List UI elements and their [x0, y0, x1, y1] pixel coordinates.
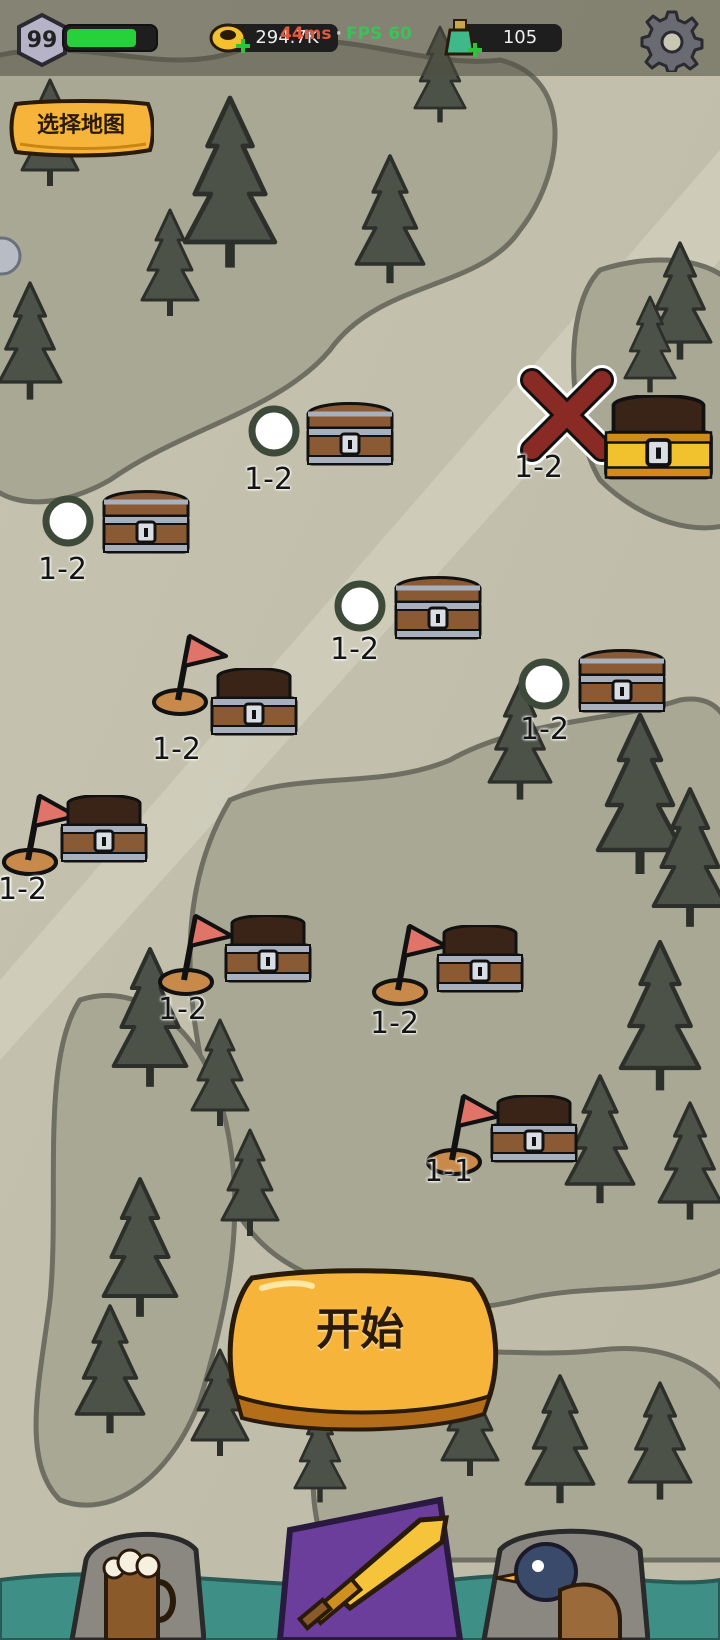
penguin-backpack-icon[interactable]: [480, 1520, 650, 1640]
stage-label: 1-2: [330, 632, 379, 667]
chest-open-icon[interactable]: [430, 924, 530, 999]
stage-label: 1-2: [244, 462, 293, 497]
hp-bar-fill: [67, 29, 136, 47]
chest-closed-icon[interactable]: [388, 572, 488, 646]
select-map-button[interactable]: 选择地图: [8, 98, 154, 154]
stage-marker-circle-icon[interactable]: [248, 405, 300, 461]
stage-marker-circle-icon[interactable]: [518, 658, 570, 714]
fps-readout: FPS 60: [345, 24, 412, 44]
stage-marker-circle-icon[interactable]: [42, 495, 94, 551]
stage-label: 1-2: [0, 872, 47, 907]
stage-marker-circle-icon[interactable]: [334, 580, 386, 636]
stage-label: 1-2: [152, 732, 201, 767]
debug-separator: ·: [335, 24, 342, 44]
stage-label: 1-2: [158, 992, 207, 1027]
chest-open-icon[interactable]: [54, 794, 154, 869]
potion-icon[interactable]: [440, 16, 486, 64]
beer-mug-icon[interactable]: [66, 1520, 206, 1640]
debug-overlay: 44ms · FPS 60: [280, 24, 412, 44]
chest-open-icon[interactable]: [204, 667, 304, 742]
chest-closed-icon[interactable]: [96, 486, 196, 560]
chest-open-icon[interactable]: [218, 914, 318, 989]
coin-icon[interactable]: [208, 20, 254, 60]
stage-label: 1-2: [38, 552, 87, 587]
potion-amount: 105: [502, 27, 538, 48]
stage-label: 1-2: [370, 1006, 419, 1041]
hp-bar: [62, 24, 158, 52]
settings-gear-icon[interactable]: [640, 8, 704, 72]
stage-label: 1-2: [520, 712, 569, 747]
chest-closed-icon[interactable]: [300, 398, 400, 472]
chest-closed-icon[interactable]: [572, 645, 672, 719]
start-button[interactable]: 开始: [230, 1280, 490, 1380]
chest-open-icon[interactable]: [484, 1094, 584, 1169]
side-marker-icon[interactable]: [0, 232, 24, 280]
ping-readout: 44ms: [280, 24, 332, 44]
stage-label: 1-1: [424, 1154, 473, 1189]
chest-gold-open-icon[interactable]: [596, 393, 720, 488]
stage-label: 1-2: [514, 450, 563, 485]
sword-icon[interactable]: [270, 1490, 470, 1640]
